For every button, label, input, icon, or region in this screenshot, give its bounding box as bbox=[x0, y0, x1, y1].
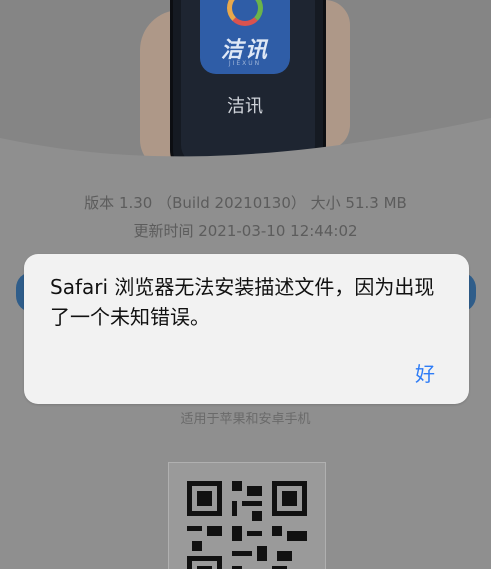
app-icon: 洁讯 JIEXUN bbox=[200, 0, 290, 74]
app-name: 洁讯 bbox=[227, 96, 263, 117]
logo-ring-icon bbox=[227, 0, 263, 26]
update-time: 更新时间 2021-03-10 12:44:02 bbox=[133, 222, 358, 240]
compatibility-note: 适用于苹果和安卓手机 bbox=[180, 412, 311, 427]
ok-button[interactable]: 好 bbox=[409, 354, 441, 391]
qr-code-container bbox=[168, 462, 326, 569]
app-icon-subtext: JIEXUN bbox=[228, 60, 262, 67]
version-info: 版本 1.30 （Build 20210130） 大小 51.3 MB bbox=[84, 194, 407, 212]
qr-code bbox=[187, 481, 307, 569]
hero-curve bbox=[0, 118, 491, 178]
error-alert: Safari 浏览器无法安装描述文件，因为出现了一个未知错误。 好 bbox=[24, 254, 469, 404]
alert-message: Safari 浏览器无法安装描述文件，因为出现了一个未知错误。 bbox=[50, 275, 435, 329]
download-page: 洁讯 JIEXUN 洁讯 版本 1.30 （Build 20210130） 大小… bbox=[0, 0, 491, 569]
